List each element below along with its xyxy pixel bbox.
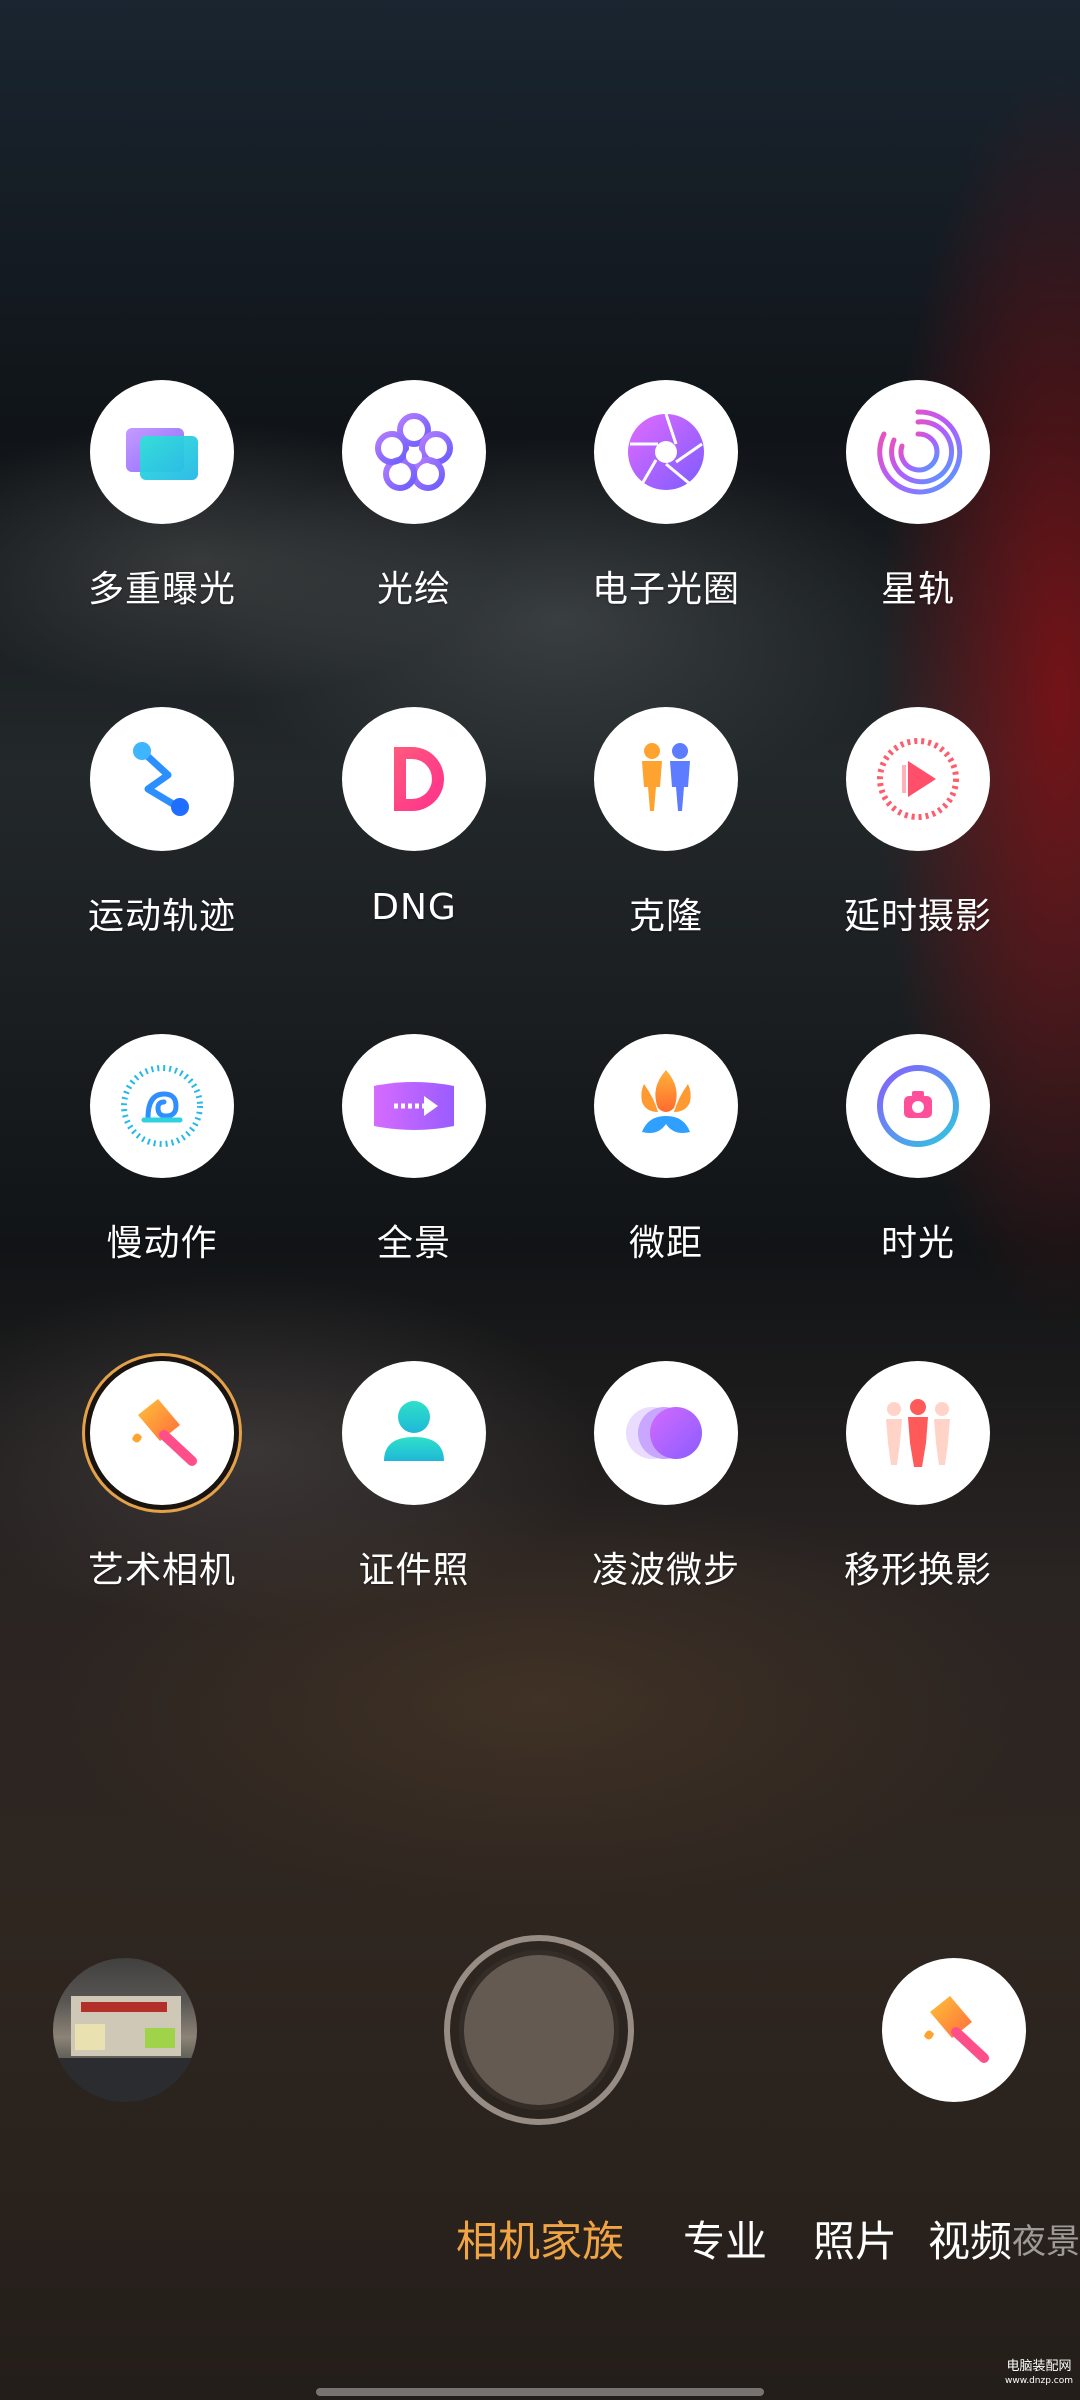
mode-label: 艺术相机: [87, 1550, 236, 1591]
time-camera-icon: [877, 1065, 959, 1147]
art-camera-icon: [924, 1996, 989, 2063]
selected-mode-ring: [90, 1361, 234, 1505]
mode-tab-bar: 相机家族 专业 照片 视频 夜景: [0, 2208, 1080, 2268]
motion-trail-icon: [133, 742, 189, 816]
mode-timelapse[interactable]: 延时摄影: [792, 707, 1044, 1034]
dng-icon: [394, 747, 444, 811]
light-painting-icon: [375, 413, 453, 491]
tab-camera-family[interactable]: 相机家族: [456, 2208, 624, 2269]
mode-label: 证件照: [358, 1550, 470, 1591]
home-indicator[interactable]: [316, 2388, 764, 2396]
ghost-step-icon: [626, 1407, 702, 1459]
mode-label: 全景: [376, 1223, 451, 1264]
watermark-url: www.dnzp.com: [1004, 2376, 1074, 2386]
mode-label: 电子光圈: [591, 569, 740, 610]
mode-multi-exposure[interactable]: 多重曝光: [36, 380, 288, 707]
art-camera-icon: [132, 1399, 197, 1466]
watermark-title: 电脑装配网: [1006, 2359, 1072, 2374]
mode-time-camera[interactable]: 时光: [792, 1034, 1044, 1361]
mode-label: 微距: [628, 1223, 703, 1264]
mode-clone[interactable]: 克隆: [540, 707, 792, 1034]
mode-macro[interactable]: 微距: [540, 1034, 792, 1361]
mode-label: 运动轨迹: [87, 896, 236, 937]
current-mode-button[interactable]: [882, 1958, 1026, 2102]
mode-label: 光绘: [376, 569, 451, 610]
panorama-icon: [374, 1082, 454, 1130]
mode-shadow-shift[interactable]: 移形换影: [792, 1361, 1044, 1688]
mode-label: 时光: [880, 1223, 955, 1264]
mode-art-camera[interactable]: 艺术相机: [36, 1361, 288, 1688]
tab-night[interactable]: 夜景: [1012, 2214, 1080, 2263]
tab-pro[interactable]: 专业: [683, 2208, 767, 2269]
mode-label: 星轨: [880, 569, 955, 610]
watermark: 电脑装配网 www.dnzp.com: [998, 2360, 1080, 2388]
slow-motion-icon: [121, 1065, 203, 1147]
mode-star-trail[interactable]: 星轨: [792, 380, 1044, 707]
mode-label: 移形换影: [843, 1550, 992, 1591]
shadow-shift-icon: [886, 1399, 950, 1467]
mode-label: DNG: [371, 887, 457, 928]
mode-label: 凌波微步: [591, 1550, 740, 1591]
aperture-icon: [628, 413, 704, 490]
mode-id-photo[interactable]: 证件照: [288, 1361, 540, 1688]
multi-exposure-icon: [126, 428, 198, 480]
mode-motion-trail[interactable]: 运动轨迹: [36, 707, 288, 1034]
camera-mode-grid: 多重曝光 光绘 电子光圈 星轨 运动轨迹 DNG 克隆 延时摄影 慢动作 全景 …: [0, 380, 1080, 1688]
shutter-button[interactable]: [444, 1935, 634, 2125]
mode-slow-motion[interactable]: 慢动作: [36, 1034, 288, 1361]
mode-panorama[interactable]: 全景: [288, 1034, 540, 1361]
id-photo-icon: [384, 1401, 444, 1461]
mode-light-painting[interactable]: 光绘: [288, 380, 540, 707]
mode-label: 延时摄影: [843, 896, 992, 937]
tab-photo[interactable]: 照片: [813, 2208, 897, 2269]
star-trail-icon: [877, 409, 963, 495]
mode-aperture[interactable]: 电子光圈: [540, 380, 792, 707]
timelapse-icon: [877, 738, 959, 820]
tab-video[interactable]: 视频: [928, 2208, 1012, 2269]
macro-icon: [641, 1070, 691, 1133]
gallery-thumbnail[interactable]: [53, 1958, 197, 2102]
mode-label: 克隆: [628, 896, 703, 937]
clone-icon: [642, 743, 690, 811]
mode-label: 多重曝光: [87, 569, 236, 610]
mode-dng[interactable]: DNG: [288, 707, 540, 1034]
mode-ghost-step[interactable]: 凌波微步: [540, 1361, 792, 1688]
mode-label: 慢动作: [106, 1223, 218, 1264]
